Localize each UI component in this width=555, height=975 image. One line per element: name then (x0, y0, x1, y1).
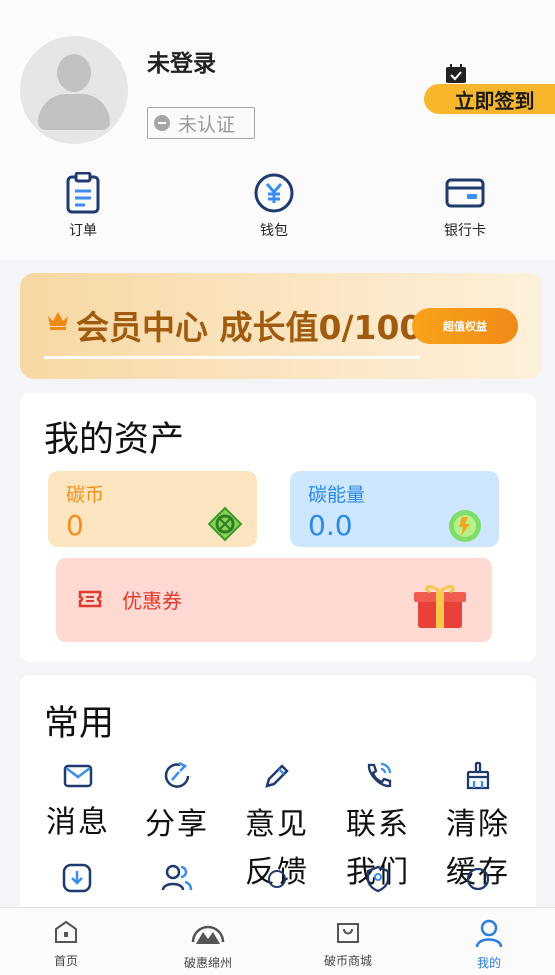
profile-header: 未登录 未认证 立即签到 (0, 0, 555, 160)
username[interactable]: 未登录 (147, 44, 216, 78)
vip-title: 会员中心 成长值0/100 (76, 308, 423, 347)
tab-mall[interactable]: 破币商城 (303, 918, 393, 969)
clipboard-icon (66, 172, 100, 214)
bank-card-icon (445, 178, 485, 208)
yuan-icon (254, 173, 294, 213)
growth-progress-bar (44, 356, 420, 359)
share-label: 分享 (145, 807, 209, 842)
verify-status-label: 未认证 (178, 113, 236, 136)
share-icon (164, 761, 190, 788)
common-card: 常用 消息 分享 意见反馈 联系我们 清除缓存 (20, 675, 536, 935)
carbon-coin-box[interactable]: 碳币 0 (48, 471, 257, 547)
carbon-energy-label: 碳能量 (308, 484, 366, 506)
tab-home-label: 首页 (53, 954, 78, 968)
download-icon[interactable] (62, 863, 92, 893)
tab-home[interactable]: 首页 (21, 918, 111, 969)
carbon-coin-label: 碳币 (66, 484, 105, 506)
home-icon (55, 920, 77, 943)
quick-actions: 订单 钱包 银行卡 (0, 160, 555, 260)
messages-button[interactable]: 消息 (33, 763, 123, 847)
dots-icon[interactable] (265, 867, 289, 889)
tab-mine-label: 我的 (476, 956, 501, 970)
user-icon (475, 919, 503, 948)
mountain-logo-icon (191, 925, 225, 944)
share-button[interactable]: 分享 (132, 761, 222, 849)
shopping-bag-icon (337, 923, 359, 943)
wallet-button[interactable]: 钱包 (229, 172, 319, 240)
signin-button[interactable]: 立即签到 (424, 84, 555, 114)
envelope-icon (63, 764, 93, 788)
minus-circle-icon (154, 115, 170, 131)
avatar[interactable] (20, 36, 128, 144)
tab-mine[interactable]: 我的 (444, 918, 534, 971)
messages-label: 消息 (46, 805, 110, 840)
coupon-label: 优惠券 (122, 589, 182, 613)
common-title: 常用 (44, 704, 115, 744)
orders-label: 订单 (69, 223, 97, 239)
coupon-box[interactable]: 优惠券 (56, 558, 492, 642)
broom-icon (466, 761, 490, 790)
pencil-icon (265, 764, 289, 788)
phone-icon (367, 762, 392, 788)
tab-mianzhou[interactable]: 破惠绵州 (163, 918, 253, 971)
orders-button[interactable]: 订单 (38, 172, 128, 240)
vip-benefits-button[interactable]: 超值权益 (412, 308, 518, 344)
users-icon[interactable] (161, 863, 193, 893)
verify-status-badge[interactable]: 未认证 (147, 107, 255, 139)
wallet-label: 钱包 (260, 223, 288, 239)
assets-title: 我的资产 (44, 420, 185, 460)
carbon-energy-box[interactable]: 碳能量 0.0 (290, 471, 499, 547)
bottom-tab-bar: 首页 破惠绵州 破币商城 我的 (0, 907, 555, 975)
calendar-check-icon (446, 64, 466, 83)
bank-card-button[interactable]: 银行卡 (420, 172, 510, 240)
carbon-energy-value: 0.0 (308, 509, 353, 542)
tab-mianzhou-label: 破惠绵州 (183, 956, 232, 970)
shield-user-icon[interactable] (365, 865, 391, 893)
tab-mall-label: 破币商城 (323, 954, 372, 968)
vip-center-card[interactable]: 会员中心 成长值0/100 超值权益 (20, 273, 542, 379)
bank-card-label: 银行卡 (444, 223, 486, 239)
info-icon[interactable] (465, 865, 491, 893)
ticket-icon (78, 590, 102, 608)
gift-icon (414, 585, 466, 628)
assets-card: 我的资产 碳币 0 碳能量 0.0 优惠券 (20, 393, 536, 662)
crown-icon (48, 312, 68, 330)
coin-icon (208, 507, 242, 541)
energy-icon (449, 510, 481, 542)
carbon-coin-value: 0 (66, 509, 84, 542)
